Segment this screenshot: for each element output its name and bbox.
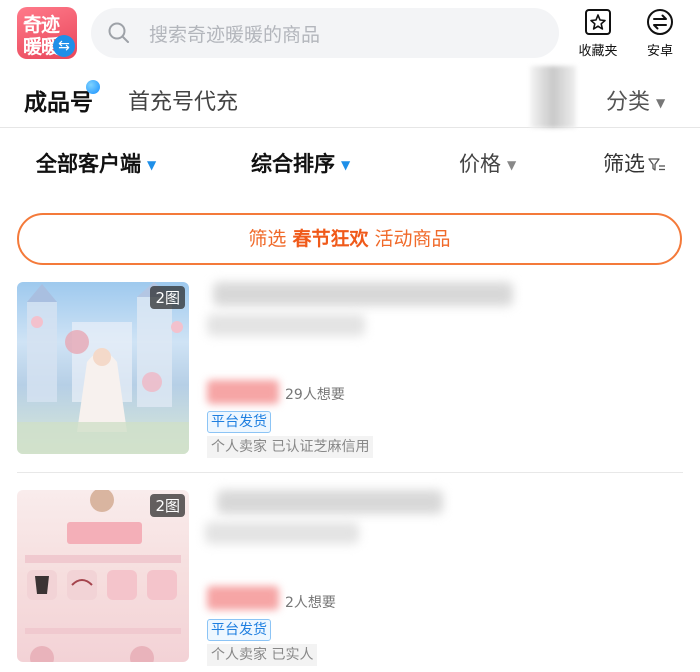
category-dropdown[interactable]: 分类 ▼: [606, 84, 665, 116]
wants-count: 29人想要: [285, 387, 345, 403]
promo-filter-banner[interactable]: 筛选 春节狂欢 活动商品: [17, 213, 682, 265]
filter-icon: [648, 158, 665, 171]
sort-filter-bar: 全部客户端 ▼ 综合排序 ▼ 价格 ▼ 筛选: [0, 128, 700, 196]
banner-prefix: 筛选: [248, 228, 287, 250]
search-bar[interactable]: 搜索奇迹暖暖的商品: [91, 8, 559, 58]
listing-card[interactable]: 2图 29人想要 平台发货 个人卖家 已认证芝麻信用: [17, 282, 683, 462]
favorites-button[interactable]: 收藏夹: [573, 8, 623, 60]
client-filter[interactable]: 全部客户端 ▼: [36, 148, 156, 178]
chevron-down-icon: ▼: [656, 96, 666, 110]
platform-label: 安卓: [646, 44, 673, 59]
sort-label: 综合排序: [251, 152, 335, 176]
swap-icon: [647, 9, 673, 35]
wants-count: 2人想要: [285, 595, 336, 611]
shipping-tag: 平台发货: [207, 619, 271, 641]
filter-label: 筛选: [603, 152, 645, 176]
search-icon: [108, 22, 129, 43]
search-placeholder: 搜索奇迹暖暖的商品: [149, 24, 321, 46]
star-icon: [585, 9, 611, 35]
client-filter-label: 全部客户端: [36, 152, 141, 176]
price-label: 价格: [459, 152, 501, 176]
switch-game-icon[interactable]: ⇆: [53, 35, 75, 57]
blurred-price: [207, 586, 279, 610]
blurred-subtitle: [207, 314, 365, 336]
listing-card[interactable]: 2图 2人想要 平台发货 个人卖家 已实人: [17, 490, 683, 670]
tab-indicator-dot: [86, 80, 100, 94]
listing-divider: [17, 472, 683, 473]
app-logo[interactable]: 奇迹 暖暖 ⇆: [17, 7, 77, 59]
chevron-down-icon: ▼: [147, 158, 157, 172]
top-header: 奇迹 暖暖 ⇆ 搜索奇迹暖暖的商品 收藏夹 安卓: [0, 0, 700, 66]
sort-dropdown[interactable]: 综合排序 ▼: [251, 148, 350, 178]
picture-count-badge: 2图: [150, 286, 185, 309]
price-sort[interactable]: 价格 ▼: [459, 148, 516, 178]
chevron-down-icon: ▼: [341, 158, 351, 172]
category-label: 分类: [606, 90, 651, 115]
shipping-tag: 平台发货: [207, 411, 271, 433]
favorites-label: 收藏夹: [578, 44, 618, 59]
platform-switch-button[interactable]: 安卓: [635, 8, 685, 60]
seller-info: 个人卖家 已认证芝麻信用: [207, 436, 374, 458]
listing-thumbnail[interactable]: 2图: [17, 490, 189, 662]
picture-count-badge: 2图: [150, 494, 185, 517]
banner-highlight: 春节狂欢: [292, 228, 369, 250]
tab-finished-accounts[interactable]: 成品号: [24, 83, 93, 117]
chevron-down-icon: ▼: [507, 158, 517, 172]
listing-thumbnail[interactable]: 2图: [17, 282, 189, 454]
blurred-title: [213, 282, 513, 306]
filter-button[interactable]: 筛选: [603, 148, 666, 178]
category-tabs: 成品号 首充号代充 分类 ▼: [0, 66, 700, 128]
blurred-title: [217, 490, 443, 514]
blurred-price: [207, 380, 279, 404]
banner-suffix: 活动商品: [374, 228, 451, 250]
blurred-subtitle: [205, 522, 359, 544]
seller-info: 个人卖家 已实人: [207, 644, 318, 666]
blurred-region: [530, 66, 576, 128]
tab-first-recharge[interactable]: 首充号代充: [128, 84, 238, 116]
